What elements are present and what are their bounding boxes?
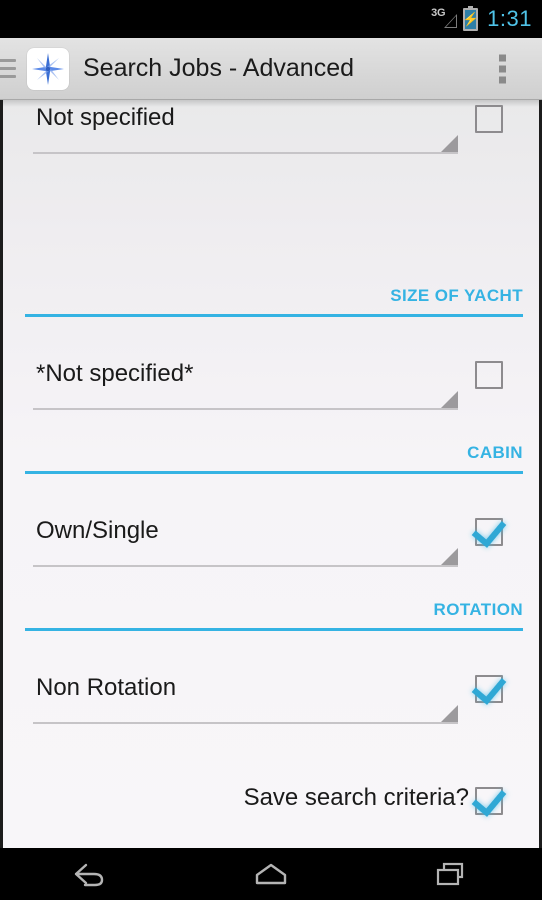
- spinner-size-of-yacht[interactable]: *Not specified*: [33, 354, 458, 410]
- home-icon[interactable]: [226, 848, 316, 900]
- spinner-value: *Not specified*: [36, 360, 194, 387]
- hamburger-line: [0, 67, 16, 70]
- form-row-rotation: Non Rotation: [3, 668, 539, 724]
- section-divider: [25, 314, 523, 317]
- back-arrow-glyph: [75, 863, 104, 887]
- page-title: Search Jobs - Advanced: [83, 54, 354, 82]
- spinner-underline: [33, 152, 458, 154]
- overflow-dot: [499, 54, 506, 61]
- section-divider: [25, 471, 523, 474]
- spinner-underline: [33, 408, 458, 410]
- compass-rose-glyph: [32, 52, 64, 85]
- overflow-menu-icon[interactable]: [495, 50, 510, 87]
- spinner-underline: [33, 722, 458, 724]
- section-label: CABIN: [467, 443, 523, 462]
- spinner-value: Not specified: [36, 104, 175, 131]
- overflow-dot: [499, 76, 506, 83]
- hamburger-line: [0, 59, 16, 62]
- spinner-value: Non Rotation: [36, 674, 177, 701]
- save-criteria-row: Save search criteria?: [3, 784, 539, 818]
- chevron-down-icon: [441, 705, 458, 722]
- hamburger-menu-icon[interactable]: [0, 59, 22, 78]
- home-glyph: [255, 863, 287, 885]
- compass-rose-icon[interactable]: [27, 47, 69, 90]
- chevron-down-icon: [441, 548, 458, 565]
- recent-apps-glyph: [436, 862, 463, 886]
- spinner-cabin[interactable]: Own/Single: [33, 511, 458, 567]
- spinner-value: Own/Single: [36, 517, 159, 544]
- spinner-underline: [33, 565, 458, 567]
- back-arrow-icon[interactable]: [45, 848, 135, 900]
- system-navigation-bar: [0, 848, 542, 900]
- section-label: SIZE OF YACHT: [390, 286, 523, 305]
- checkbox-size-of-yacht[interactable]: [475, 361, 503, 389]
- recent-apps-icon[interactable]: [407, 848, 497, 900]
- section-label: ROTATION: [433, 600, 523, 619]
- form-row-size-of-yacht: *Not specified*: [3, 354, 539, 410]
- android-screen: 3G ⚡ 1:31 Search Jobs - Advanced Not spe…: [0, 0, 542, 900]
- action-bar: Search Jobs - Advanced: [0, 38, 542, 100]
- checkbox-top-partial[interactable]: [475, 105, 503, 133]
- checkbox-save-criteria[interactable]: [475, 787, 503, 815]
- status-bar: 3G ⚡ 1:31: [0, 0, 542, 38]
- chevron-down-icon: [441, 391, 458, 408]
- spinner-top-partial[interactable]: Not specified: [33, 100, 458, 154]
- signal-triangle-empty: [446, 16, 457, 27]
- spinner-rotation[interactable]: Non Rotation: [33, 668, 458, 724]
- checkbox-rotation[interactable]: [475, 675, 503, 703]
- checkbox-cabin[interactable]: [475, 518, 503, 546]
- network-type-label: 3G: [431, 7, 446, 19]
- form-row-top-partial: Not specified: [3, 100, 539, 154]
- section-divider: [25, 628, 523, 631]
- status-bar-clock: 1:31: [487, 6, 532, 31]
- hamburger-line: [0, 75, 16, 78]
- signal-bars-icon: 3G: [431, 7, 458, 30]
- battery-charging-icon: ⚡: [462, 5, 479, 31]
- overflow-dot: [499, 65, 506, 72]
- chevron-down-icon: [441, 135, 458, 152]
- search-form-scroll-area[interactable]: Not specified SIZE OF YACHT *Not specifi…: [0, 100, 542, 848]
- charging-bolt-icon: ⚡: [462, 11, 479, 27]
- form-row-cabin: Own/Single: [3, 511, 539, 567]
- save-criteria-label: Save search criteria?: [243, 784, 469, 811]
